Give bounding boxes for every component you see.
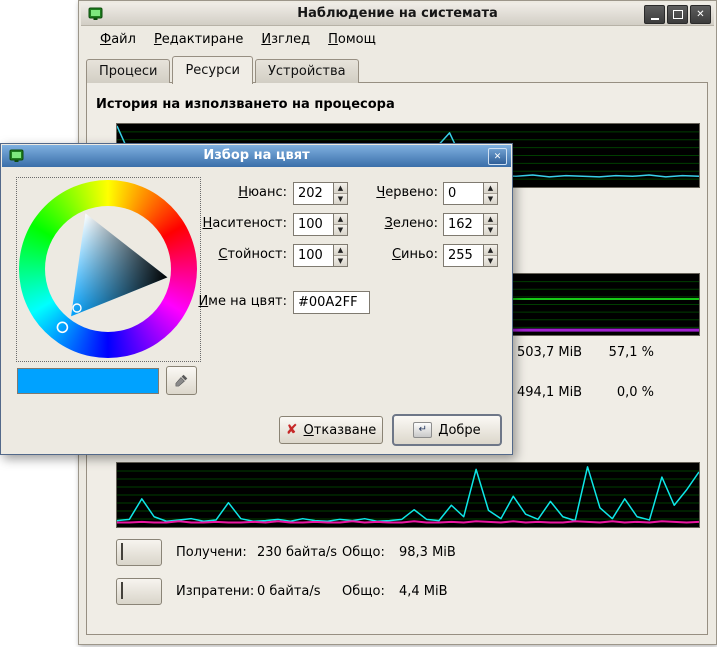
cancel-button[interactable]: ✘ Отказване bbox=[279, 416, 383, 444]
eyedropper-icon bbox=[174, 373, 189, 388]
hue-input[interactable] bbox=[294, 186, 333, 201]
saturation-input[interactable] bbox=[294, 217, 333, 232]
cancel-button-label: Отказване bbox=[304, 423, 377, 438]
red-spinner[interactable]: ▲▼ bbox=[443, 182, 498, 205]
menu-view[interactable]: Изглед bbox=[252, 30, 319, 49]
menu-file[interactable]: Файл bbox=[91, 30, 145, 49]
saturation-label: Наситеност: bbox=[197, 216, 287, 231]
green-label: Зелено: bbox=[353, 216, 438, 231]
hue-ring[interactable] bbox=[19, 180, 197, 358]
blue-spin-down-icon[interactable]: ▼ bbox=[484, 255, 497, 266]
hue-spin-down-icon[interactable]: ▼ bbox=[334, 193, 347, 204]
maximize-button[interactable] bbox=[667, 5, 688, 24]
saturation-spinner[interactable]: ▲▼ bbox=[293, 213, 348, 236]
red-label: Червено: bbox=[353, 185, 438, 200]
network-history-chart bbox=[116, 462, 700, 528]
window-title: Наблюдение на системата bbox=[81, 6, 714, 21]
dialog-titlebar[interactable]: Избор на цвят ✕ bbox=[2, 145, 511, 167]
sent-color-swatch bbox=[121, 582, 123, 599]
maximize-icon bbox=[673, 10, 683, 19]
value-spin-up-icon[interactable]: ▲ bbox=[334, 245, 347, 255]
color-name-entry[interactable] bbox=[293, 291, 370, 314]
tab-processes[interactable]: Процеси bbox=[86, 59, 170, 83]
ok-button[interactable]: ↵ Добре bbox=[392, 414, 502, 446]
dialog-close-button[interactable]: ✕ bbox=[488, 148, 507, 165]
received-total: 98,3 MiB bbox=[399, 545, 456, 560]
received-rate: 230 байта/s bbox=[257, 545, 337, 560]
window-controls: ✕ bbox=[644, 5, 711, 24]
menubar: Файл Редактиране Изглед Помощ bbox=[85, 28, 385, 50]
red-input[interactable] bbox=[444, 186, 483, 201]
color-name-input[interactable] bbox=[294, 295, 369, 310]
blue-label: Синьо: bbox=[353, 247, 438, 262]
menu-edit[interactable]: Редактиране bbox=[145, 30, 252, 49]
blue-spin-up-icon[interactable]: ▲ bbox=[484, 245, 497, 255]
close-icon: ✕ bbox=[696, 10, 704, 20]
dialog-close-icon: ✕ bbox=[494, 152, 502, 162]
swap-percent: 0,0 % bbox=[584, 385, 654, 400]
hue-spinner[interactable]: ▲▼ bbox=[293, 182, 348, 205]
color-wheel-focus-frame bbox=[16, 177, 201, 362]
color-name-label: Име на цвят: bbox=[197, 294, 287, 309]
tab-resources[interactable]: Ресурси bbox=[172, 56, 253, 84]
received-label: Получени: bbox=[176, 545, 247, 560]
swap-amount: 494,1 MiB bbox=[517, 385, 582, 400]
hue-spin-up-icon[interactable]: ▲ bbox=[334, 183, 347, 193]
green-input[interactable] bbox=[444, 217, 483, 232]
memory-amount: 503,7 MiB bbox=[517, 345, 582, 360]
tabstrip: Процеси Ресурси Устройства bbox=[86, 56, 361, 83]
hue-marker[interactable] bbox=[57, 322, 67, 332]
color-preview bbox=[17, 368, 159, 394]
cpu-section-title: История на използването на процесора bbox=[96, 97, 395, 112]
minimize-icon bbox=[651, 18, 659, 20]
value-spin-down-icon[interactable]: ▼ bbox=[334, 255, 347, 266]
eyedropper-button[interactable] bbox=[166, 366, 197, 395]
tab-devices[interactable]: Устройства bbox=[255, 59, 359, 83]
ok-button-label: Добре bbox=[438, 423, 480, 438]
color-picker-dialog: Избор на цвят ✕ bbox=[0, 143, 513, 455]
received-total-label: Общо: bbox=[342, 545, 385, 560]
value-spinner[interactable]: ▲▼ bbox=[293, 244, 348, 267]
blue-spinner[interactable]: ▲▼ bbox=[443, 244, 498, 267]
dialog-title: Избор на цвят bbox=[2, 148, 511, 163]
sent-rate: 0 байта/s bbox=[257, 584, 321, 599]
green-spin-up-icon[interactable]: ▲ bbox=[484, 214, 497, 224]
sent-label: Изпратени: bbox=[176, 584, 254, 599]
ok-icon: ↵ bbox=[413, 422, 432, 438]
red-spin-down-icon[interactable]: ▼ bbox=[484, 193, 497, 204]
blue-input[interactable] bbox=[444, 248, 483, 263]
main-titlebar[interactable]: Наблюдение на системата ✕ bbox=[81, 3, 714, 26]
memory-percent: 57,1 % bbox=[584, 345, 654, 360]
green-spin-down-icon[interactable]: ▼ bbox=[484, 224, 497, 235]
saturation-spin-up-icon[interactable]: ▲ bbox=[334, 214, 347, 224]
sent-total-label: Общо: bbox=[342, 584, 385, 599]
red-spin-up-icon[interactable]: ▲ bbox=[484, 183, 497, 193]
menu-help[interactable]: Помощ bbox=[319, 30, 385, 49]
hue-label: Нюанс: bbox=[197, 185, 287, 200]
value-label: Стойност: bbox=[197, 247, 287, 262]
sent-total: 4,4 MiB bbox=[399, 584, 448, 599]
sent-color-button[interactable] bbox=[116, 578, 162, 605]
minimize-button[interactable] bbox=[644, 5, 665, 24]
received-color-button[interactable] bbox=[116, 539, 162, 566]
green-spinner[interactable]: ▲▼ bbox=[443, 213, 498, 236]
saturation-spin-down-icon[interactable]: ▼ bbox=[334, 224, 347, 235]
received-color-swatch bbox=[121, 543, 123, 560]
saturation-value-triangle[interactable] bbox=[19, 180, 197, 358]
desktop: Наблюдение на системата ✕ Файл Редактира… bbox=[0, 0, 717, 647]
value-input[interactable] bbox=[294, 248, 333, 263]
cancel-icon: ✘ bbox=[286, 423, 298, 437]
close-button[interactable]: ✕ bbox=[690, 5, 711, 24]
